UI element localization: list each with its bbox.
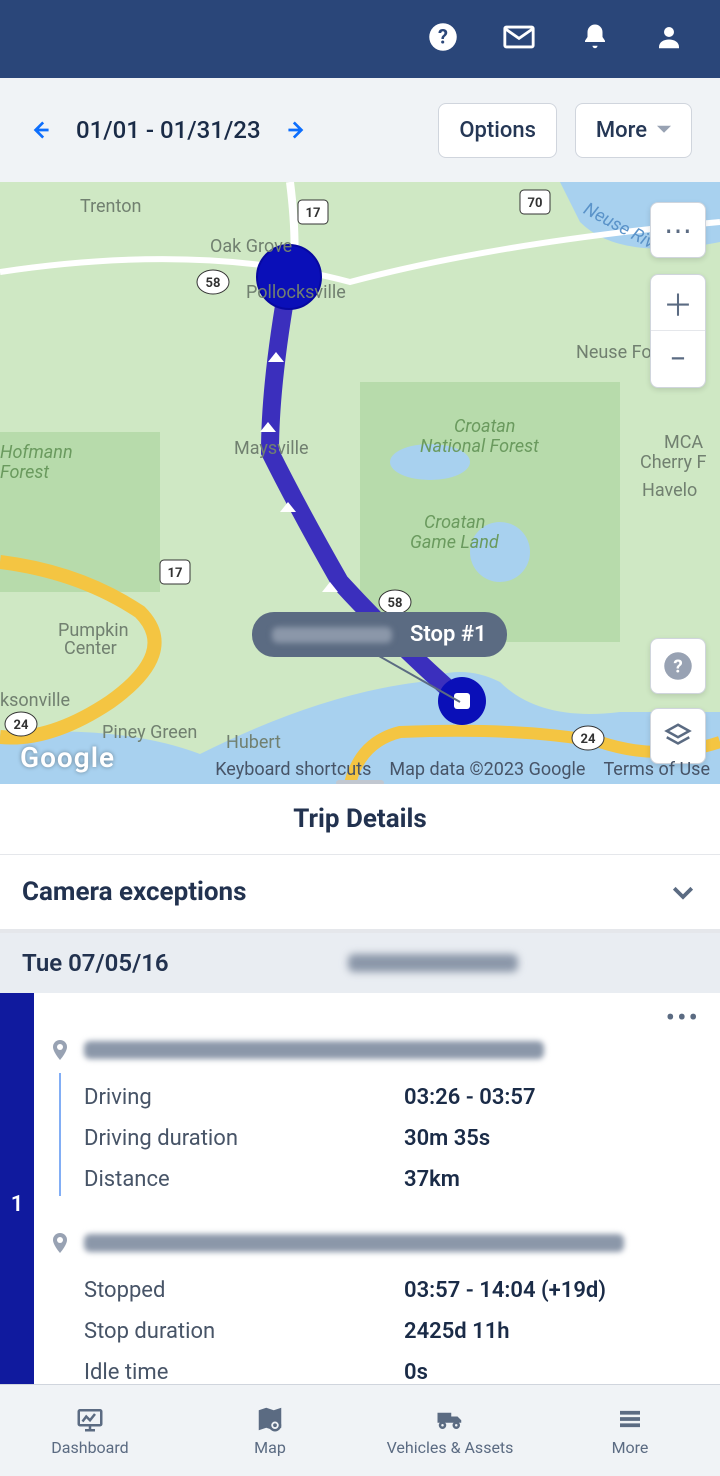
- bottom-nav: Dashboard Map Vehicles & Assets More: [0, 1384, 720, 1476]
- date-next-button[interactable]: [283, 117, 309, 143]
- label: Driving: [84, 1085, 404, 1110]
- value: 0s: [404, 1360, 428, 1385]
- svg-text:?: ?: [438, 24, 448, 48]
- redacted-text: [272, 627, 392, 643]
- svg-text:17: 17: [168, 566, 183, 581]
- redacted-address: [84, 1041, 544, 1059]
- label: Driving duration: [84, 1126, 404, 1151]
- svg-text:?: ?: [673, 655, 682, 677]
- chevron-down-icon: [657, 123, 671, 137]
- mail-icon[interactable]: [502, 20, 536, 58]
- camera-exceptions-label: Camera exceptions: [22, 877, 246, 907]
- stop-tooltip[interactable]: Stop #1: [252, 612, 507, 657]
- svg-text:Center: Center: [64, 638, 117, 659]
- trip-details-title: Trip Details: [0, 784, 720, 855]
- svg-text:ksonville: ksonville: [0, 690, 70, 711]
- user-icon[interactable]: [654, 22, 684, 56]
- tab-label: Vehicles & Assets: [387, 1438, 514, 1457]
- svg-text:Forest: Forest: [0, 462, 49, 483]
- svg-text:58: 58: [388, 596, 403, 611]
- app-header: ?: [0, 0, 720, 78]
- value: 2425d 11h: [404, 1319, 510, 1344]
- date-range-toolbar: 01/01 - 01/31/23 Options More: [0, 78, 720, 182]
- svg-text:17: 17: [306, 206, 321, 221]
- more-button[interactable]: More: [575, 103, 692, 158]
- tab-label: Dashboard: [51, 1438, 128, 1457]
- map-background: Trenton Oak Grove Pollocksville Hofmann …: [0, 182, 720, 784]
- dashboard-icon: [72, 1404, 108, 1434]
- segment-index: 1: [0, 993, 34, 1415]
- date-range-text[interactable]: 01/01 - 01/31/23: [76, 116, 261, 144]
- map-data-text: Map data ©2023 Google: [389, 759, 585, 780]
- svg-text:Hubert: Hubert: [226, 732, 281, 753]
- svg-text:MCA: MCA: [664, 432, 703, 453]
- bell-icon[interactable]: [580, 22, 610, 56]
- tab-map[interactable]: Map: [180, 1385, 360, 1476]
- tab-dashboard[interactable]: Dashboard: [0, 1385, 180, 1476]
- keyboard-shortcuts-link[interactable]: Keyboard shortcuts: [215, 759, 371, 780]
- options-button[interactable]: Options: [438, 103, 557, 158]
- label: Stop duration: [84, 1319, 404, 1344]
- svg-text:Trenton: Trenton: [80, 196, 141, 217]
- value: 30m 35s: [404, 1126, 490, 1151]
- terms-link[interactable]: Terms of Use: [603, 759, 710, 780]
- svg-text:National Forest: National Forest: [420, 436, 539, 457]
- label: Stopped: [84, 1278, 404, 1303]
- tab-vehicles[interactable]: Vehicles & Assets: [360, 1385, 540, 1476]
- chevron-down-icon: [668, 877, 698, 907]
- tab-label: More: [612, 1438, 649, 1457]
- svg-text:Oak Grove: Oak Grove: [210, 236, 292, 257]
- tab-label: Map: [254, 1438, 286, 1457]
- origin-pin-icon: [48, 1035, 72, 1069]
- value: 03:26 - 03:57: [404, 1085, 536, 1110]
- map-icon: [252, 1404, 288, 1434]
- redacted-text: [348, 954, 518, 972]
- menu-icon: [612, 1404, 648, 1434]
- svg-text:Piney Green: Piney Green: [102, 722, 197, 743]
- svg-text:58: 58: [206, 276, 221, 291]
- map-more-menu[interactable]: ⋯: [650, 202, 706, 258]
- label: Distance: [84, 1167, 404, 1192]
- sheet-drag-handle[interactable]: [336, 780, 384, 784]
- svg-text:Cherry F: Cherry F: [640, 452, 707, 473]
- help-icon[interactable]: ?: [428, 22, 458, 56]
- svg-text:Game Land: Game Land: [410, 532, 500, 553]
- svg-text:Croatan: Croatan: [454, 416, 515, 437]
- destination-pin-icon: [48, 1228, 72, 1262]
- camera-exceptions-row[interactable]: Camera exceptions: [0, 855, 720, 933]
- map-help-button[interactable]: ?: [650, 638, 706, 694]
- date-prev-button[interactable]: [28, 117, 54, 143]
- connector-line: [59, 1073, 61, 1196]
- svg-text:Havelo: Havelo: [642, 480, 697, 501]
- svg-text:Croatan: Croatan: [424, 512, 485, 533]
- segment-more-menu[interactable]: •••: [666, 1001, 700, 1034]
- svg-text:Pollocksville: Pollocksville: [246, 282, 346, 303]
- truck-icon: [432, 1404, 468, 1434]
- trip-segment: 1 ••• Driving03:26 - 03:57 Driving durat…: [0, 993, 720, 1415]
- svg-text:24: 24: [581, 732, 596, 747]
- svg-text:70: 70: [528, 196, 543, 211]
- redacted-address: [84, 1234, 624, 1252]
- value: 37km: [404, 1167, 460, 1192]
- zoom-in-button[interactable]: ＋: [651, 275, 705, 331]
- map-zoom-controls: ＋ −: [650, 274, 706, 388]
- zoom-out-button[interactable]: −: [651, 331, 705, 387]
- tab-more[interactable]: More: [540, 1385, 720, 1476]
- svg-text:24: 24: [14, 718, 29, 733]
- svg-text:Maysville: Maysville: [234, 438, 309, 459]
- stop-tooltip-label: Stop #1: [410, 622, 487, 647]
- trip-date-row: Tue 07/05/16: [0, 933, 720, 993]
- map-viewport[interactable]: Trenton Oak Grove Pollocksville Hofmann …: [0, 182, 720, 784]
- label: Idle time: [84, 1360, 404, 1385]
- svg-text:Hofmann: Hofmann: [0, 442, 73, 463]
- trip-date-text: Tue 07/05/16: [22, 949, 169, 977]
- value: 03:57 - 14:04 (+19d): [404, 1278, 606, 1303]
